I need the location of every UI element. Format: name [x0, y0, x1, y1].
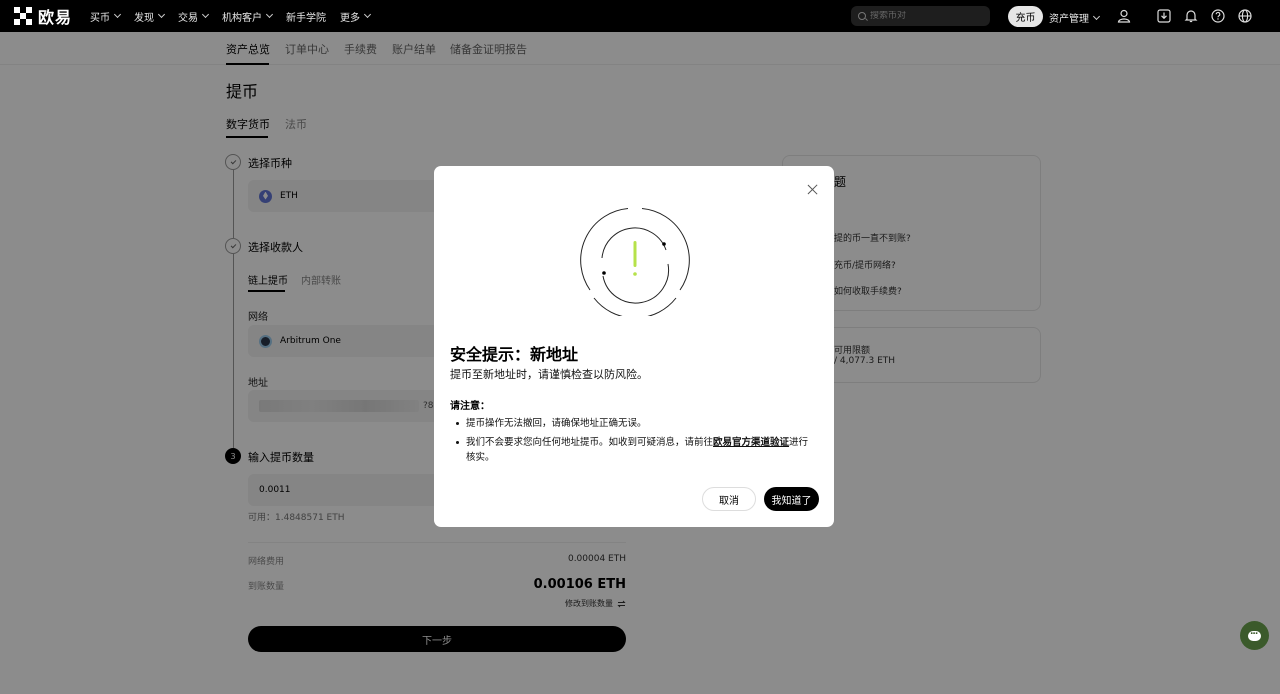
dialog-subtitle: 提币至新地址时，请谨慎检查以防风险。	[450, 368, 648, 381]
nav-buy-crypto[interactable]: 买币	[90, 9, 122, 24]
dialog-title: 安全提示：新地址	[450, 345, 579, 364]
nav-label: 机构客户	[222, 12, 263, 24]
notes-heading: 请注意：	[450, 401, 490, 412]
search-box[interactable]	[851, 6, 990, 26]
brand-name: 欧易	[38, 8, 73, 27]
brand-logo[interactable]: 欧易	[14, 4, 72, 28]
note-text: 我们不会要求您向任何地址提币。如收到可疑消息，请前往	[466, 437, 714, 448]
cancel-button[interactable]: 取消	[702, 487, 756, 511]
search-icon	[858, 12, 866, 20]
nav-label: 发现	[134, 12, 155, 24]
nav-label: 更多	[340, 12, 361, 24]
note-item: 提币操作无法撤回，请确保地址正确无误。	[456, 416, 816, 431]
bell-icon[interactable]	[1184, 9, 1198, 23]
warning-illustration-icon	[580, 208, 690, 316]
user-icon[interactable]	[1117, 9, 1131, 23]
chevron-down-icon	[201, 10, 210, 19]
nav-more[interactable]: 更多	[340, 9, 372, 24]
official-verification-link[interactable]: 欧易官方渠道验证	[713, 437, 789, 448]
top-nav: 欧易 买币 发现 交易 机构客户 新手学院 更多 充币 资产管理	[0, 0, 1280, 32]
deposit-button[interactable]: 充币	[1008, 6, 1043, 27]
nav-institutional[interactable]: 机构客户	[222, 9, 274, 24]
nav-learn[interactable]: 新手学院	[286, 9, 326, 24]
chevron-down-icon	[265, 10, 274, 19]
asset-management-label: 资产管理	[1049, 14, 1089, 25]
close-icon[interactable]	[806, 183, 820, 197]
note-text: 提币操作无法撤回，请确保地址正确无误。	[466, 418, 647, 429]
chevron-down-icon	[363, 10, 372, 19]
security-warning-dialog: 安全提示：新地址 提币至新地址时，请谨慎检查以防风险。 请注意： 提币操作无法撤…	[434, 166, 834, 527]
nav-label: 买币	[90, 12, 111, 24]
asset-management-menu[interactable]: 资产管理	[1049, 10, 1101, 25]
note-item: 我们不会要求您向任何地址提币。如收到可疑消息，请前往欧易官方渠道验证进行核实。	[456, 435, 816, 465]
chat-support-button[interactable]	[1240, 621, 1269, 650]
globe-icon[interactable]	[1238, 9, 1252, 23]
acknowledge-button[interactable]: 我知道了	[764, 487, 819, 511]
chevron-down-icon	[157, 10, 166, 19]
okx-logo-icon	[14, 7, 32, 25]
nav-discover[interactable]: 发现	[134, 9, 166, 24]
search-input[interactable]	[870, 11, 980, 21]
download-icon[interactable]	[1157, 9, 1171, 23]
nav-label: 交易	[178, 12, 199, 24]
nav-trade[interactable]: 交易	[178, 9, 210, 24]
help-icon[interactable]	[1211, 9, 1225, 23]
nav-label: 新手学院	[286, 12, 327, 24]
chevron-down-icon	[1092, 12, 1101, 20]
chevron-down-icon	[113, 10, 122, 19]
chat-icon	[1248, 627, 1261, 641]
notes-list: 提币操作无法撤回，请确保地址正确无误。 我们不会要求您向任何地址提币。如收到可疑…	[456, 416, 816, 469]
